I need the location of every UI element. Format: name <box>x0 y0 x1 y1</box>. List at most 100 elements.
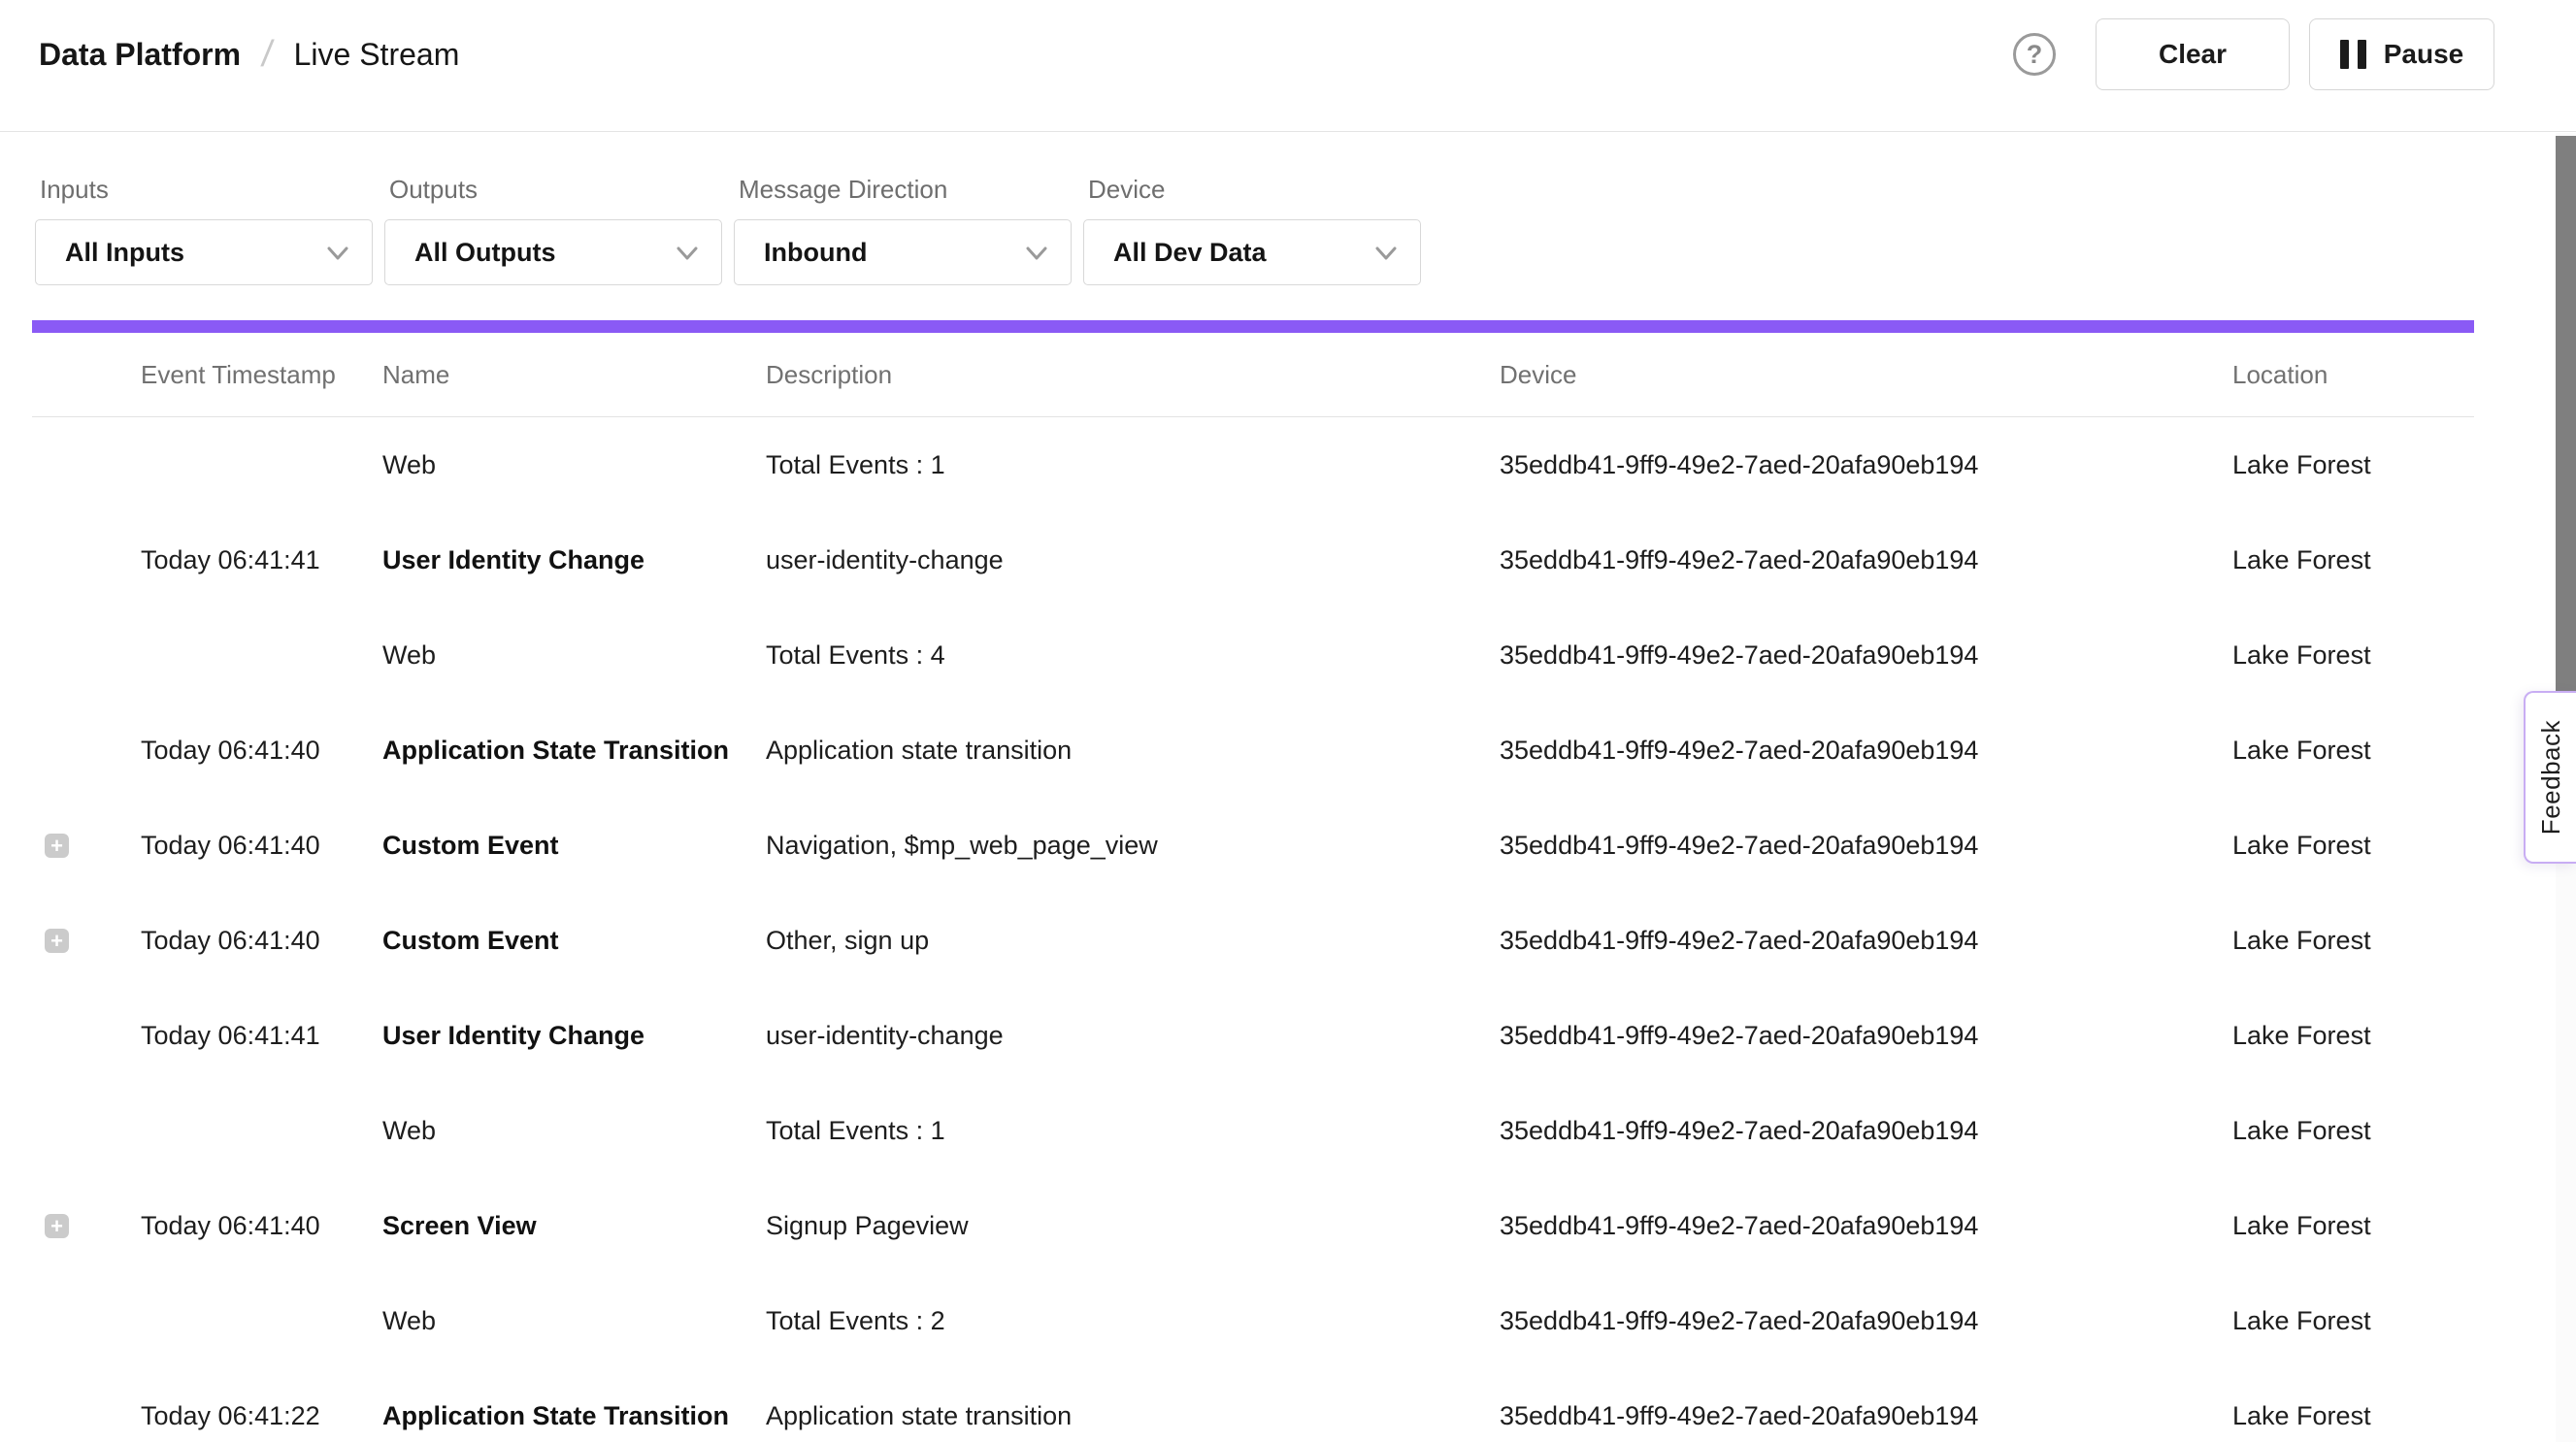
table-row: + Today 06:41:40 Custom Event Other, sig… <box>32 893 2474 988</box>
event-location: Lake Forest <box>2232 736 2474 766</box>
event-location: Lake Forest <box>2232 1116 2474 1146</box>
feedback-tab[interactable]: Feedback <box>2524 691 2576 864</box>
expand-cell: + <box>32 1309 141 1333</box>
pause-button[interactable]: Pause <box>2309 18 2494 90</box>
event-name: User Identity Change <box>382 1021 766 1051</box>
plus-glyph: + <box>50 834 63 858</box>
event-location: Lake Forest <box>2232 640 2474 671</box>
filter-inputs-value: All Inputs <box>65 238 184 268</box>
breadcrumb: Data Platform / Live Stream <box>39 18 459 90</box>
event-timestamp: Today 06:41:41 <box>141 545 382 575</box>
filter-outputs-label: Outputs <box>389 175 722 205</box>
event-name: Application State Transition <box>382 736 766 766</box>
event-location: Lake Forest <box>2232 1401 2474 1431</box>
chevron-down-icon <box>1022 238 1051 267</box>
expand-cell: + <box>32 929 141 953</box>
event-device-id: 35eddb41-9ff9-49e2-7aed-20afa90eb194 <box>1500 545 2232 575</box>
event-name: Application State Transition <box>382 1401 766 1431</box>
event-device-id: 35eddb41-9ff9-49e2-7aed-20afa90eb194 <box>1500 1401 2232 1431</box>
breadcrumb-item-data-platform[interactable]: Data Platform <box>39 37 241 73</box>
event-description: Application state transition <box>766 736 1500 766</box>
expand-icon[interactable]: + <box>45 929 69 953</box>
expand-cell: + <box>32 453 141 477</box>
filter-device: Device All Dev Data <box>1083 175 1421 285</box>
filter-inputs-label: Inputs <box>40 175 373 205</box>
help-icon[interactable]: ? <box>2013 33 2056 76</box>
event-location: Lake Forest <box>2232 545 2474 575</box>
col-location: Location <box>2232 360 2474 390</box>
filter-message-direction-value: Inbound <box>764 238 867 268</box>
expand-cell: + <box>32 643 141 668</box>
event-name: Web <box>382 450 766 480</box>
event-description: Application state transition <box>766 1401 1500 1431</box>
chevron-down-icon <box>1371 238 1401 267</box>
pause-button-label: Pause <box>2384 39 2464 70</box>
table-row: + Today 06:41:40 Screen View Signup Page… <box>32 1178 2474 1273</box>
expand-icon[interactable]: + <box>45 1214 69 1238</box>
table-row: + Today 06:41:22 Application State Trans… <box>32 1368 2474 1442</box>
event-name: Custom Event <box>382 831 766 861</box>
filters: Inputs All Inputs Outputs All Outputs Me… <box>35 132 1421 285</box>
table-header: Event Timestamp Name Description Device … <box>32 333 2474 417</box>
filter-device-select[interactable]: All Dev Data <box>1083 219 1421 285</box>
event-description: Other, sign up <box>766 926 1500 956</box>
expand-cell: + <box>32 1214 141 1238</box>
clear-button[interactable]: Clear <box>2096 18 2290 90</box>
event-name: Screen View <box>382 1211 766 1241</box>
col-event-timestamp: Event Timestamp <box>141 360 382 390</box>
col-description: Description <box>766 360 1500 390</box>
filter-outputs: Outputs All Outputs <box>384 175 722 285</box>
expand-cell: + <box>32 738 141 763</box>
event-device-id: 35eddb41-9ff9-49e2-7aed-20afa90eb194 <box>1500 926 2232 956</box>
event-device-id: 35eddb41-9ff9-49e2-7aed-20afa90eb194 <box>1500 831 2232 861</box>
event-description: Total Events : 4 <box>766 640 1500 671</box>
chevron-down-icon <box>323 238 352 267</box>
scrollbar-thumb[interactable] <box>2556 136 2576 691</box>
table-row: + Web Total Events : 4 35eddb41-9ff9-49e… <box>32 607 2474 703</box>
event-description: user-identity-change <box>766 1021 1500 1051</box>
event-description: Total Events : 2 <box>766 1306 1500 1336</box>
event-description: Signup Pageview <box>766 1211 1500 1241</box>
table-row: + Today 06:41:40 Application State Trans… <box>32 703 2474 798</box>
plus-glyph: + <box>50 929 63 953</box>
filter-outputs-value: All Outputs <box>414 238 555 268</box>
event-device-id: 35eddb41-9ff9-49e2-7aed-20afa90eb194 <box>1500 450 2232 480</box>
table-row: + Today 06:41:41 User Identity Change us… <box>32 512 2474 607</box>
filter-inputs: Inputs All Inputs <box>35 175 373 285</box>
feedback-label: Feedback <box>2536 720 2566 835</box>
event-description: Total Events : 1 <box>766 1116 1500 1146</box>
expand-cell: + <box>32 1024 141 1048</box>
event-device-id: 35eddb41-9ff9-49e2-7aed-20afa90eb194 <box>1500 640 2232 671</box>
event-timestamp: Today 06:41:40 <box>141 736 382 766</box>
filter-inputs-select[interactable]: All Inputs <box>35 219 373 285</box>
filter-outputs-select[interactable]: All Outputs <box>384 219 722 285</box>
event-name: Web <box>382 1306 766 1336</box>
accent-bar <box>32 320 2474 333</box>
col-name: Name <box>382 360 766 390</box>
filter-message-direction: Message Direction Inbound <box>734 175 1072 285</box>
table-row: + Today 06:41:41 User Identity Change us… <box>32 988 2474 1083</box>
event-name: User Identity Change <box>382 545 766 575</box>
event-location: Lake Forest <box>2232 1211 2474 1241</box>
event-location: Lake Forest <box>2232 926 2474 956</box>
event-device-id: 35eddb41-9ff9-49e2-7aed-20afa90eb194 <box>1500 1021 2232 1051</box>
filter-message-direction-select[interactable]: Inbound <box>734 219 1072 285</box>
table-row: + Web Total Events : 2 35eddb41-9ff9-49e… <box>32 1273 2474 1368</box>
event-description: Total Events : 1 <box>766 450 1500 480</box>
expand-icon[interactable]: + <box>45 834 69 858</box>
pause-icon <box>2340 40 2366 69</box>
event-device-id: 35eddb41-9ff9-49e2-7aed-20afa90eb194 <box>1500 1211 2232 1241</box>
expand-cell: + <box>32 1404 141 1428</box>
event-location: Lake Forest <box>2232 1306 2474 1336</box>
filter-message-direction-label: Message Direction <box>739 175 1072 205</box>
table-row: + Web Total Events : 1 35eddb41-9ff9-49e… <box>32 417 2474 512</box>
top-bar: Data Platform / Live Stream ? Clear Paus… <box>0 0 2576 132</box>
chevron-down-icon <box>673 238 702 267</box>
event-name: Web <box>382 640 766 671</box>
table-body: + Web Total Events : 1 35eddb41-9ff9-49e… <box>32 417 2474 1442</box>
event-timestamp: Today 06:41:40 <box>141 926 382 956</box>
event-location: Lake Forest <box>2232 831 2474 861</box>
event-description: Navigation, $mp_web_page_view <box>766 831 1500 861</box>
top-actions: ? Clear Pause <box>2013 18 2494 90</box>
event-device-id: 35eddb41-9ff9-49e2-7aed-20afa90eb194 <box>1500 1306 2232 1336</box>
